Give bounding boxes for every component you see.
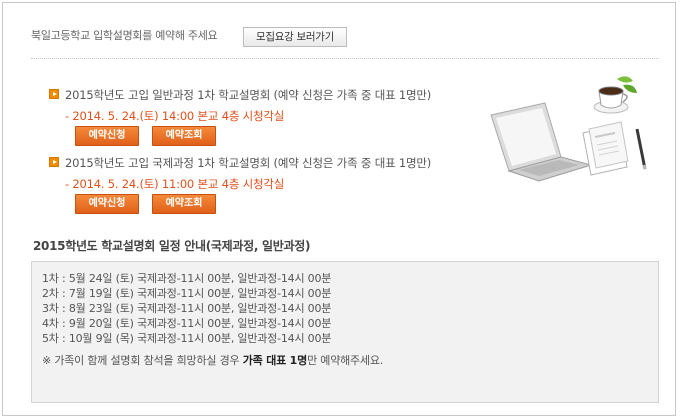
session-date: - 2014. 5. 24.(토) 14:00 본교 4층 시청각실 bbox=[65, 109, 285, 123]
orange-arrow-bullet-icon bbox=[49, 157, 59, 167]
session-title: 2015학년도 고입 국제과정 1차 학교설명회 (예약 신청은 가족 중 대표… bbox=[65, 156, 432, 170]
schedule-item: 4차 : 9월 20일 (토) 국제과정-11시 00분, 일반과정-14시 0… bbox=[42, 317, 332, 330]
admission-guide-button[interactable]: 모집요강 보러가기 bbox=[243, 27, 347, 47]
schedule-list: 1차 : 5월 24일 (토) 국제과정-11시 00분, 일반과정-14시 0… bbox=[42, 271, 331, 346]
schedule-item: 3차 : 8월 23일 (토) 국제과정-11시 00분, 일반과정-14시 0… bbox=[42, 302, 332, 315]
note-prefix: ※ 가족이 함께 설명회 참석을 희망하실 경우 bbox=[42, 354, 243, 367]
schedule-title: 2015학년도 학교설명회 일정 안내(국제과정, 일반과정) bbox=[33, 239, 311, 253]
check-reservation-button[interactable]: 예약조회 bbox=[152, 126, 216, 146]
reserve-button[interactable]: 예약신청 bbox=[75, 194, 139, 214]
note-bold: 가족 대표 1명 bbox=[242, 354, 308, 367]
session-date: - 2014. 5. 24.(토) 11:00 본교 4층 시청각실 bbox=[65, 177, 285, 191]
schedule-box: 1차 : 5월 24일 (토) 국제과정-11시 00분, 일반과정-14시 0… bbox=[31, 261, 659, 403]
family-note: ※ 가족이 함께 설명회 참석을 희망하실 경우 가족 대표 1명만 예약해주세… bbox=[42, 352, 383, 368]
reservation-panel: 북일고등학교 입학설명회를 예약해 주세요 모집요강 보러가기 2015학년도 … bbox=[2, 2, 676, 416]
schedule-item: 2차 : 7월 19일 (토) 국제과정-11시 00분, 일반과정-14시 0… bbox=[42, 287, 332, 300]
laptop-coffee-documents-illustration bbox=[490, 76, 647, 182]
reserve-button[interactable]: 예약신청 bbox=[75, 126, 139, 146]
session-title: 2015학년도 고입 일반과정 1차 학교설명회 (예약 신청은 가족 중 대표… bbox=[65, 88, 432, 102]
note-suffix: 만 예약해주세요. bbox=[307, 354, 384, 367]
check-reservation-button[interactable]: 예약조회 bbox=[152, 194, 216, 214]
orange-arrow-bullet-icon bbox=[49, 89, 59, 99]
header-text: 북일고등학교 입학설명회를 예약해 주세요 bbox=[31, 29, 218, 42]
dotted-divider bbox=[31, 58, 659, 59]
schedule-item: 1차 : 5월 24일 (토) 국제과정-11시 00분, 일반과정-14시 0… bbox=[42, 272, 332, 285]
schedule-item: 5차 : 10월 9일 (목) 국제과정-11시 00분, 일반과정-14시 0… bbox=[42, 332, 332, 345]
